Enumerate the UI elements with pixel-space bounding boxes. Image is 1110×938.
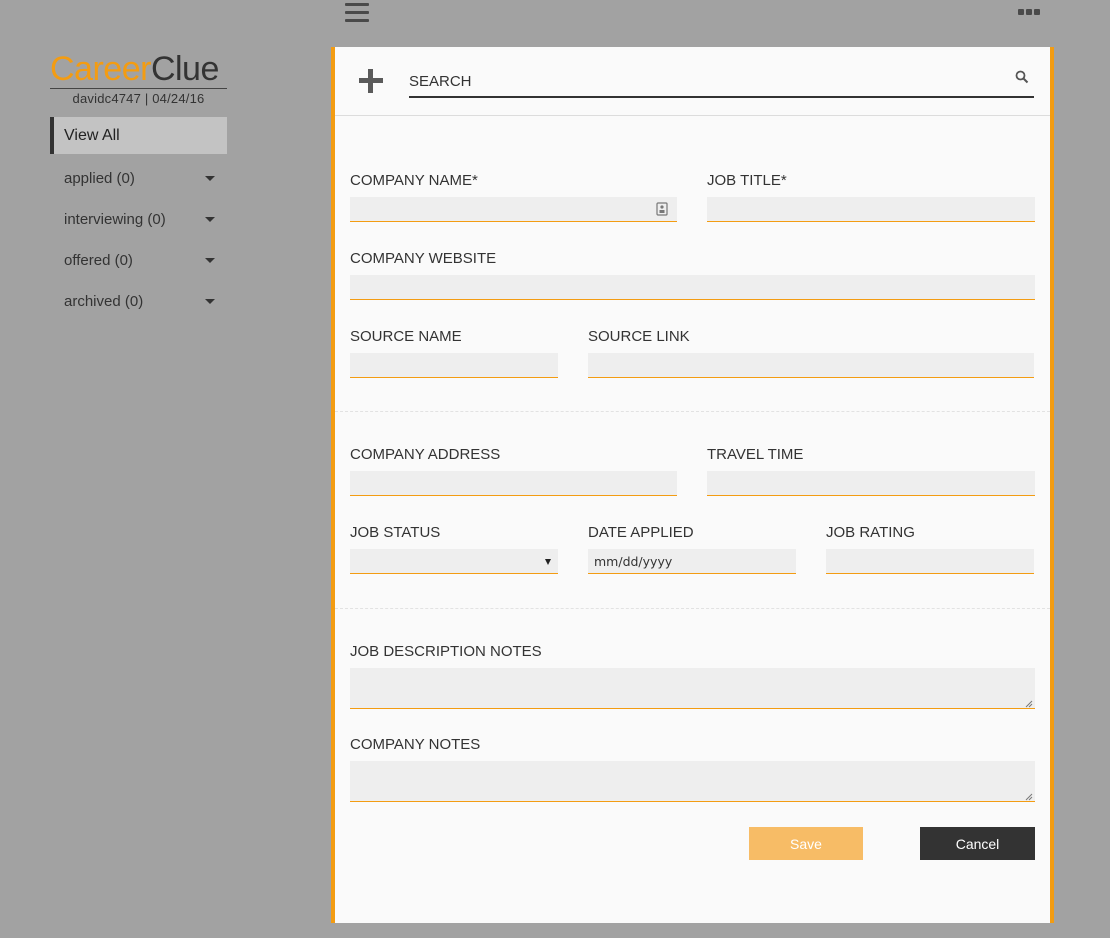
cancel-button[interactable]: Cancel bbox=[920, 827, 1035, 860]
caret-down-icon[interactable] bbox=[205, 257, 215, 263]
brand-name: CareerClue bbox=[50, 50, 219, 88]
caret-down-icon[interactable] bbox=[205, 216, 215, 222]
brand-underline bbox=[50, 88, 227, 89]
date-applied-field[interactable]: mm/dd/yyyy bbox=[588, 549, 796, 574]
sidebar-item-label: offered (0) bbox=[64, 252, 133, 269]
sidebar-item-label: View All bbox=[64, 126, 120, 144]
sidebar-item-label: applied (0) bbox=[64, 170, 135, 187]
job-title-field[interactable] bbox=[707, 197, 1035, 222]
date-applied-label: DATE APPLIED bbox=[588, 524, 694, 541]
search-icon[interactable] bbox=[1015, 70, 1029, 84]
caret-down-icon[interactable] bbox=[205, 175, 215, 181]
job-rating-label: JOB RATING bbox=[826, 524, 915, 541]
job-description-notes-label: JOB DESCRIPTION NOTES bbox=[350, 643, 542, 660]
dropdown-arrow-icon bbox=[545, 559, 551, 565]
save-button[interactable]: Save bbox=[749, 827, 863, 860]
job-status-select[interactable] bbox=[350, 549, 558, 574]
company-website-field[interactable] bbox=[350, 275, 1035, 300]
job-title-label: JOB TITLE* bbox=[707, 172, 787, 189]
caret-down-icon[interactable] bbox=[205, 298, 215, 304]
travel-time-label: TRAVEL TIME bbox=[707, 446, 804, 463]
resize-handle-icon[interactable] bbox=[1025, 793, 1033, 801]
travel-time-field[interactable] bbox=[707, 471, 1035, 496]
more-dots-icon[interactable] bbox=[1018, 9, 1040, 17]
source-link-field[interactable] bbox=[588, 353, 1034, 378]
job-description-notes-field[interactable] bbox=[350, 668, 1035, 709]
contact-card-icon[interactable] bbox=[656, 202, 668, 216]
job-form-panel: COMPANY NAME* JOB TITLE* COMPANY WEBSITE… bbox=[331, 47, 1054, 923]
search-input[interactable] bbox=[409, 67, 999, 95]
sidebar-item-applied[interactable]: applied (0) bbox=[50, 158, 227, 199]
section-divider bbox=[335, 608, 1050, 609]
resize-handle-icon[interactable] bbox=[1025, 700, 1033, 708]
sidebar-item-label: interviewing (0) bbox=[64, 211, 166, 228]
company-notes-field[interactable] bbox=[350, 761, 1035, 802]
company-address-field[interactable] bbox=[350, 471, 677, 496]
sidebar-item-interviewing[interactable]: interviewing (0) bbox=[50, 199, 227, 240]
plus-icon[interactable] bbox=[359, 69, 383, 93]
date-placeholder: mm/dd/yyyy bbox=[594, 554, 673, 569]
sidebar-item-view-all[interactable]: View All bbox=[50, 117, 227, 154]
sidebar-nav: View All applied (0) interviewing (0) of… bbox=[50, 117, 227, 322]
hamburger-menu-icon[interactable] bbox=[345, 3, 369, 25]
company-website-label: COMPANY WEBSITE bbox=[350, 250, 497, 267]
job-status-label: JOB STATUS bbox=[350, 524, 441, 541]
company-name-field[interactable] bbox=[350, 197, 677, 222]
sidebar-item-archived[interactable]: archived (0) bbox=[50, 281, 227, 322]
brand-logo: CareerClue davidc4747 | 04/24/16 bbox=[50, 50, 227, 106]
sidebar-item-label: archived (0) bbox=[64, 293, 144, 310]
company-notes-label: COMPANY NOTES bbox=[350, 736, 481, 753]
company-name-label: COMPANY NAME* bbox=[350, 172, 478, 189]
job-rating-field[interactable] bbox=[826, 549, 1034, 574]
company-address-label: COMPANY ADDRESS bbox=[350, 446, 501, 463]
source-link-label: SOURCE LINK bbox=[588, 328, 690, 345]
source-name-label: SOURCE NAME bbox=[350, 328, 462, 345]
sidebar-item-offered[interactable]: offered (0) bbox=[50, 240, 227, 281]
search-bar bbox=[409, 67, 1034, 98]
user-info: davidc4747 | 04/24/16 bbox=[72, 91, 205, 106]
header-divider bbox=[335, 115, 1050, 116]
section-divider bbox=[335, 411, 1050, 412]
source-name-field[interactable] bbox=[350, 353, 558, 378]
